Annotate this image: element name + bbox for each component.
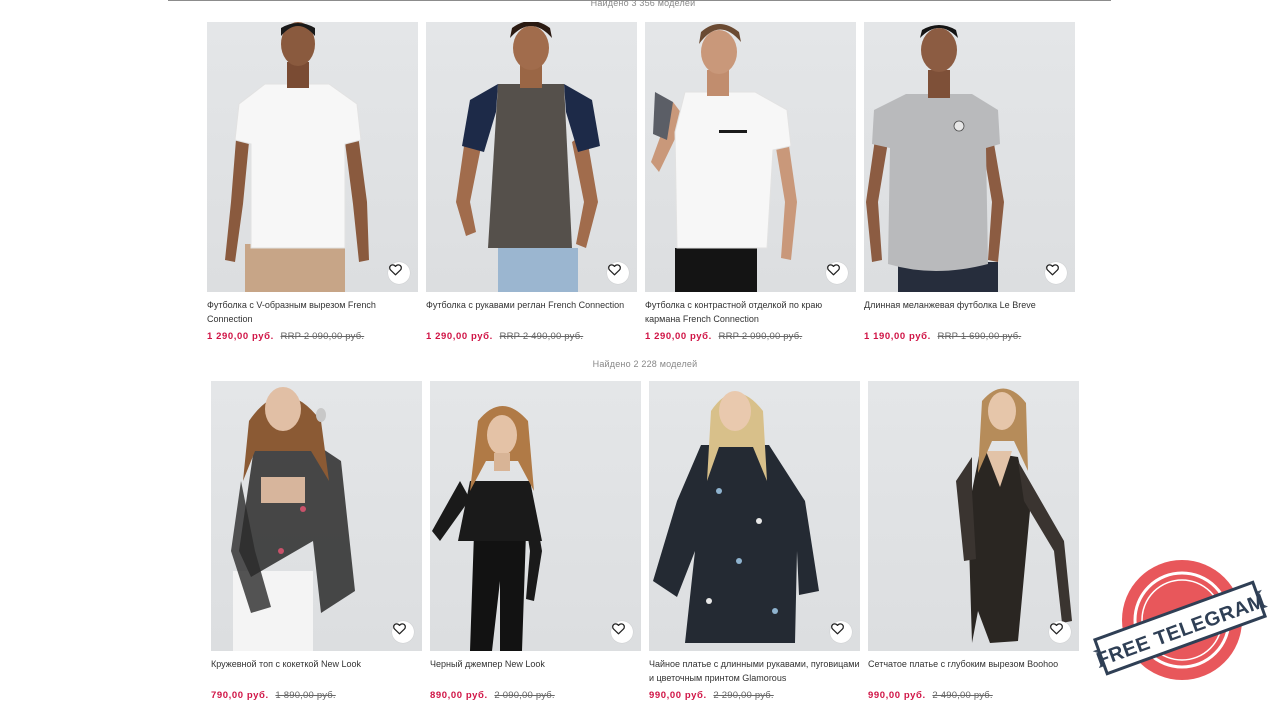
- product-price: 790,00 руб.: [211, 690, 269, 701]
- product-card[interactable]: Футболка с рукавами реглан French Connec…: [426, 22, 637, 342]
- product-title[interactable]: Длинная меланжевая футболка Le Breve: [864, 298, 1075, 326]
- heart-icon: [1045, 262, 1060, 277]
- wishlist-button[interactable]: [1049, 621, 1071, 643]
- product-rrp: RRP 2 090,00 руб.: [280, 331, 365, 342]
- product-title[interactable]: Кружевной топ с кокеткой New Look: [211, 657, 422, 685]
- product-rrp: RRP 1 690,00 руб.: [937, 331, 1022, 342]
- product-image[interactable]: [645, 22, 856, 292]
- product-title[interactable]: Футболка с рукавами реглан French Connec…: [426, 298, 637, 326]
- product-card[interactable]: Сетчатое платье с глубоким вырезом Booho…: [868, 381, 1079, 701]
- product-price: 1 290,00 руб.: [426, 331, 493, 342]
- product-image[interactable]: [426, 22, 637, 292]
- wishlist-button[interactable]: [388, 262, 410, 284]
- free-telegram-watermark: FREE TELEGRAM: [1086, 548, 1274, 698]
- product-image[interactable]: [649, 381, 860, 651]
- product-rrp: 2 490,00 руб.: [932, 690, 993, 701]
- product-price: 990,00 руб.: [649, 690, 707, 701]
- product-image[interactable]: [207, 22, 418, 292]
- stamp-badge-icon: FREE TELEGRAM: [1092, 560, 1268, 680]
- product-image[interactable]: [868, 381, 1079, 651]
- heart-icon: [826, 262, 841, 277]
- product-price: 1 290,00 руб.: [207, 331, 274, 342]
- product-price: 1 290,00 руб.: [645, 331, 712, 342]
- product-card[interactable]: Футболка с контрастной отделкой по краю …: [645, 22, 856, 342]
- product-title[interactable]: Сетчатое платье с глубоким вырезом Booho…: [868, 657, 1079, 685]
- product-image[interactable]: [211, 381, 422, 651]
- heart-icon: [388, 262, 403, 277]
- product-card[interactable]: Чайное платье с длинными рукавами, пугов…: [649, 381, 860, 701]
- product-rrp: RRP 2 490,00 руб.: [499, 331, 584, 342]
- wishlist-button[interactable]: [611, 621, 633, 643]
- product-image[interactable]: [430, 381, 641, 651]
- product-title[interactable]: Чайное платье с длинными рукавами, пугов…: [649, 657, 860, 685]
- product-card[interactable]: Футболка с V-образным вырезом French Con…: [207, 22, 418, 342]
- product-card[interactable]: Длинная меланжевая футболка Le Breve 1 1…: [864, 22, 1075, 342]
- heart-icon: [392, 621, 407, 636]
- product-rrp: RRP 2 090,00 руб.: [718, 331, 803, 342]
- product-card[interactable]: Кружевной топ с кокеткой New Look 790,00…: [211, 381, 422, 701]
- heart-icon: [830, 621, 845, 636]
- product-title[interactable]: Черный джемпер New Look: [430, 657, 641, 685]
- product-title[interactable]: Футболка с контрастной отделкой по краю …: [645, 298, 856, 326]
- product-rrp: 1 890,00 руб.: [275, 690, 336, 701]
- product-price: 890,00 руб.: [430, 690, 488, 701]
- product-rrp: 2 090,00 руб.: [494, 690, 555, 701]
- product-image[interactable]: [864, 22, 1075, 292]
- product-title[interactable]: Футболка с V-образным вырезом French Con…: [207, 298, 418, 326]
- product-price: 990,00 руб.: [868, 690, 926, 701]
- product-price: 1 190,00 руб.: [864, 331, 931, 342]
- wishlist-button[interactable]: [1045, 262, 1067, 284]
- wishlist-button[interactable]: [607, 262, 629, 284]
- product-rrp: 2 290,00 руб.: [713, 690, 774, 701]
- wishlist-button[interactable]: [392, 621, 414, 643]
- heart-icon: [1049, 621, 1064, 636]
- wishlist-button[interactable]: [830, 621, 852, 643]
- heart-icon: [611, 621, 626, 636]
- product-card[interactable]: Черный джемпер New Look 890,00 руб. 2 09…: [430, 381, 641, 701]
- heart-icon: [607, 262, 622, 277]
- wishlist-button[interactable]: [826, 262, 848, 284]
